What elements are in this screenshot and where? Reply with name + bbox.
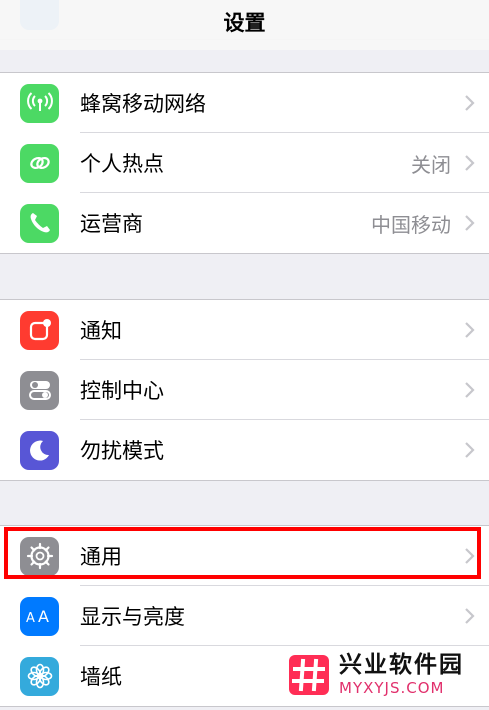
chevron-right-icon — [465, 322, 475, 338]
phone-icon — [20, 203, 59, 243]
chevron-right-icon — [465, 95, 475, 111]
settings-row-hotspot[interactable]: 个人热点 关闭 — [0, 133, 489, 193]
hotspot-label: 个人热点 — [80, 152, 164, 176]
carrier-value: 中国移动 — [371, 212, 451, 237]
moon-icon — [20, 430, 59, 470]
navigation-bar: 设置 — [0, 0, 489, 50]
text-size-icon: A A — [20, 596, 59, 636]
gear-icon — [20, 536, 59, 576]
notifications-label: 通知 — [80, 319, 122, 343]
chevron-right-icon — [465, 442, 475, 458]
watermark: 兴业软件园 MYXYJS.COM — [285, 648, 485, 702]
display-label: 显示与亮度 — [80, 605, 185, 629]
settings-row-notifications[interactable]: 通知 — [0, 300, 489, 360]
svg-text:A: A — [38, 607, 49, 626]
settings-row-cellular[interactable]: 蜂窝移动网络 — [0, 73, 489, 133]
hash-logo-icon — [289, 655, 329, 695]
general-label: 通用 — [80, 545, 122, 569]
settings-group-notifications: 通知 控制中心 勿扰模式 — [0, 299, 489, 481]
chevron-right-icon — [465, 608, 475, 624]
watermark-cn-text: 兴业软件园 — [339, 652, 464, 678]
settings-group-network: 蜂窝移动网络 个人热点 关闭 运营商 中国移动 — [0, 72, 489, 254]
settings-row-general[interactable]: 通用 — [0, 526, 489, 586]
do-not-disturb-label: 勿扰模式 — [80, 439, 164, 463]
wallpaper-label: 墙纸 — [80, 665, 122, 689]
chevron-right-icon — [465, 548, 475, 564]
hotspot-link-icon — [20, 143, 59, 183]
chevron-right-icon — [465, 155, 475, 171]
notification-icon — [20, 310, 59, 350]
settings-row-control-center[interactable]: 控制中心 — [0, 360, 489, 420]
flower-icon — [20, 656, 59, 696]
chevron-right-icon — [465, 382, 475, 398]
settings-row-do-not-disturb[interactable]: 勿扰模式 — [0, 420, 489, 480]
carrier-label: 运营商 — [80, 212, 143, 236]
settings-list: 蜂窝移动网络 个人热点 关闭 运营商 中国移动 通知 控制中心 勿扰模式 通用 … — [0, 0, 489, 710]
hotspot-value: 关闭 — [411, 152, 451, 177]
control-center-label: 控制中心 — [80, 379, 164, 403]
watermark-en-text: MYXYJS.COM — [339, 679, 445, 697]
control-center-icon — [20, 370, 59, 410]
cellular-antenna-icon — [20, 83, 59, 123]
settings-row-carrier[interactable]: 运营商 中国移动 — [0, 193, 489, 253]
svg-text:A: A — [26, 611, 35, 626]
chevron-right-icon — [465, 215, 475, 231]
settings-row-display[interactable]: A A 显示与亮度 — [0, 586, 489, 646]
cellular-label: 蜂窝移动网络 — [80, 92, 206, 116]
page-title: 设置 — [223, 11, 266, 35]
